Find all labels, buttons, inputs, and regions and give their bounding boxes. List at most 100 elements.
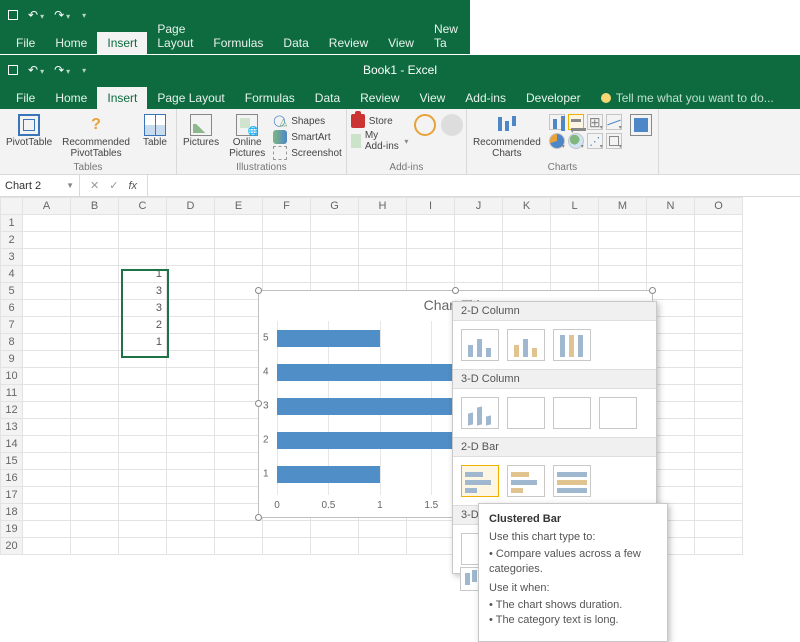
cell[interactable]: [23, 521, 71, 538]
cell[interactable]: [119, 538, 167, 555]
cell[interactable]: [71, 266, 119, 283]
worksheet-grid[interactable]: ABCDEFGHIJKLMNO1234153637281910111213141…: [0, 197, 800, 555]
cell[interactable]: [71, 215, 119, 232]
cell[interactable]: [695, 266, 743, 283]
cell[interactable]: [407, 215, 455, 232]
cell[interactable]: [503, 266, 551, 283]
stacked-column-option[interactable]: [507, 329, 545, 361]
cell[interactable]: [695, 283, 743, 300]
cell[interactable]: [359, 538, 407, 555]
cell[interactable]: [23, 402, 71, 419]
cell[interactable]: [119, 487, 167, 504]
cell[interactable]: [119, 402, 167, 419]
recommended-charts-button[interactable]: RecommendedCharts: [471, 114, 543, 159]
cell[interactable]: [311, 538, 359, 555]
select-all-corner[interactable]: [1, 198, 23, 215]
cell[interactable]: [455, 266, 503, 283]
cell[interactable]: [215, 334, 263, 351]
cell[interactable]: [263, 232, 311, 249]
cell[interactable]: [71, 368, 119, 385]
cell[interactable]: [167, 402, 215, 419]
column-header[interactable]: N: [647, 198, 695, 215]
cell[interactable]: [23, 504, 71, 521]
cell[interactable]: [263, 215, 311, 232]
cell[interactable]: [647, 215, 695, 232]
cell[interactable]: [71, 300, 119, 317]
cell[interactable]: [23, 351, 71, 368]
3d-stacked-column-option[interactable]: [507, 397, 545, 429]
column-header[interactable]: I: [407, 198, 455, 215]
cell[interactable]: [119, 215, 167, 232]
row-header[interactable]: 15: [1, 453, 23, 470]
cell[interactable]: [215, 538, 263, 555]
cell[interactable]: [71, 402, 119, 419]
cancel-icon[interactable]: ✕: [90, 179, 99, 192]
row-header[interactable]: 4: [1, 266, 23, 283]
stacked-bar-option[interactable]: [507, 465, 545, 497]
cell[interactable]: [503, 215, 551, 232]
column-header[interactable]: D: [167, 198, 215, 215]
cell[interactable]: [71, 249, 119, 266]
3d-100-stacked-column-option[interactable]: [553, 397, 591, 429]
cell[interactable]: [407, 266, 455, 283]
row-header[interactable]: 18: [1, 504, 23, 521]
cell[interactable]: [407, 521, 455, 538]
cell[interactable]: [167, 368, 215, 385]
tab-view[interactable]: View: [410, 87, 456, 109]
cell[interactable]: [695, 436, 743, 453]
cell[interactable]: 3: [119, 283, 167, 300]
tab-view[interactable]: View: [378, 32, 424, 54]
store-button[interactable]: Store: [351, 114, 409, 128]
row-header[interactable]: 19: [1, 521, 23, 538]
row-header[interactable]: 7: [1, 317, 23, 334]
cell[interactable]: [23, 232, 71, 249]
insert-bar-chart-button[interactable]: [568, 114, 584, 130]
tab-formulas[interactable]: Formulas: [203, 32, 273, 54]
cell[interactable]: [695, 419, 743, 436]
cell[interactable]: [23, 334, 71, 351]
column-header[interactable]: E: [215, 198, 263, 215]
cell[interactable]: [23, 215, 71, 232]
column-header[interactable]: J: [455, 198, 503, 215]
cell[interactable]: [215, 232, 263, 249]
cell[interactable]: [119, 249, 167, 266]
column-header[interactable]: G: [311, 198, 359, 215]
cell[interactable]: [695, 487, 743, 504]
row-header[interactable]: 14: [1, 436, 23, 453]
cell[interactable]: [167, 436, 215, 453]
cell[interactable]: [359, 232, 407, 249]
cell[interactable]: [23, 300, 71, 317]
cell[interactable]: [119, 368, 167, 385]
save-icon[interactable]: [8, 65, 18, 75]
cell[interactable]: [23, 283, 71, 300]
tell-me-search[interactable]: Tell me what you want to do...: [591, 87, 784, 109]
row-header[interactable]: 12: [1, 402, 23, 419]
cell[interactable]: [215, 487, 263, 504]
cell[interactable]: [455, 215, 503, 232]
cell[interactable]: [71, 538, 119, 555]
cell[interactable]: [167, 232, 215, 249]
tab-home[interactable]: Home: [45, 87, 97, 109]
tab-file[interactable]: File: [6, 87, 45, 109]
column-header[interactable]: C: [119, 198, 167, 215]
resize-handle[interactable]: [452, 287, 459, 294]
cell[interactable]: [119, 419, 167, 436]
cell[interactable]: [23, 419, 71, 436]
cell[interactable]: [695, 504, 743, 521]
name-box[interactable]: Chart 2▼: [0, 175, 80, 196]
resize-handle[interactable]: [649, 287, 656, 294]
cell[interactable]: [167, 249, 215, 266]
cell[interactable]: [167, 385, 215, 402]
cell[interactable]: [167, 215, 215, 232]
screenshot-button[interactable]: Screenshot: [273, 146, 342, 160]
cell[interactable]: [551, 215, 599, 232]
cell[interactable]: [71, 453, 119, 470]
pictures-button[interactable]: Pictures: [181, 114, 221, 149]
qat-customize-icon[interactable]: [80, 9, 86, 21]
cell[interactable]: [215, 470, 263, 487]
cell[interactable]: [647, 249, 695, 266]
cell[interactable]: [23, 453, 71, 470]
cell[interactable]: [71, 521, 119, 538]
row-header[interactable]: 5: [1, 283, 23, 300]
cell[interactable]: [23, 317, 71, 334]
